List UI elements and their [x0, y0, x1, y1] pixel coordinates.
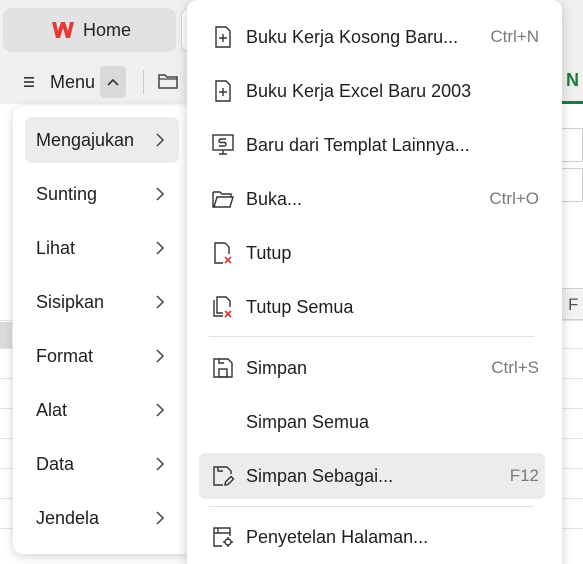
menu-item-format[interactable]: Format [25, 333, 179, 379]
menu-item-save-all[interactable]: Simpan Semua [199, 399, 545, 445]
menu-item-data[interactable]: Data [25, 441, 179, 487]
menu-item-label: Tutup [246, 243, 292, 263]
font-dropdown[interactable] [560, 168, 583, 202]
open-folder-icon[interactable] [157, 71, 179, 91]
menu-item-label: Baru dari Templat Lainnya... [246, 135, 470, 155]
menu-button-label: Menu [50, 71, 96, 92]
menu-item-jendela[interactable]: Jendela [25, 495, 179, 541]
main-menu: Mengajukan Sunting Lihat Sisipkan Format… [13, 106, 191, 554]
menu-item-label: Sunting [36, 183, 98, 204]
formula-dropdown[interactable] [560, 128, 583, 162]
ribbon-tab-fragment[interactable]: N [560, 70, 583, 104]
page-setup-icon [213, 527, 233, 547]
chevron-up-icon [107, 78, 119, 86]
hamburger-icon [24, 77, 34, 87]
menu-item-label: Buka... [246, 189, 303, 209]
file-submenu: Buku Kerja Kosong Baru... Ctrl+N Buku Ke… [187, 0, 562, 564]
shortcut-label: F12 [509, 466, 539, 485]
menu-item-lihat[interactable]: Lihat [25, 225, 179, 271]
menu-item-label: Simpan Semua [246, 412, 370, 432]
chevron-right-icon [156, 511, 165, 525]
menu-separator [209, 336, 534, 337]
menu-item-label: Alat [36, 399, 68, 420]
menu-item-label: Simpan Sebagai... [246, 466, 394, 486]
chevron-right-icon [156, 295, 165, 309]
save-icon [213, 358, 233, 378]
menu-item-label: Data [36, 453, 75, 474]
chevron-right-icon [156, 187, 165, 201]
toolbar-divider [143, 70, 144, 94]
close-all-icon [213, 296, 232, 318]
new-doc-icon [215, 80, 231, 102]
row-header-strip [0, 322, 12, 348]
menu-item-close-all[interactable]: Tutup Semua [199, 284, 545, 330]
menu-collapse-button[interactable] [100, 66, 126, 98]
shortcut-label: Ctrl+O [489, 189, 539, 208]
chevron-right-icon [156, 133, 165, 147]
menu-item-sunting[interactable]: Sunting [25, 171, 179, 217]
menu-item-open[interactable]: Buka... Ctrl+O [199, 176, 545, 222]
shortcut-label: Ctrl+S [491, 358, 539, 377]
menu-item-label: Jendela [36, 507, 100, 528]
menu-item-new-from-template[interactable]: Baru dari Templat Lainnya... [199, 122, 545, 168]
menu-item-label: Mengajukan [36, 129, 135, 150]
menu-item-label: Tutup Semua [246, 297, 354, 317]
column-header-f[interactable]: F [560, 288, 583, 320]
menu-button[interactable]: Menu [22, 64, 130, 100]
menu-item-label: Simpan [246, 358, 308, 378]
screen: Home Menu N F Mengajukan Sunting Lihat S… [0, 0, 583, 564]
menu-item-save-as[interactable]: Simpan Sebagai... F12 [199, 453, 545, 499]
menu-item-mengajukan[interactable]: Mengajukan [25, 117, 179, 163]
chevron-right-icon [156, 241, 165, 255]
shortcut-label: Ctrl+N [490, 27, 539, 46]
chevron-right-icon [156, 403, 165, 417]
menu-separator [209, 506, 534, 507]
menu-item-new-excel-2003[interactable]: Buku Kerja Excel Baru 2003 [199, 68, 545, 114]
wps-logo-icon [52, 22, 74, 38]
menu-item-page-setup[interactable]: Penyetelan Halaman... [199, 514, 545, 560]
menu-item-label: Format [36, 345, 94, 366]
menu-item-save[interactable]: Simpan Ctrl+S [199, 345, 545, 391]
menu-item-label: Penyetelan Halaman... [246, 527, 429, 547]
home-tab-label: Home [83, 19, 132, 40]
folder-open-icon [212, 191, 234, 208]
menu-item-alat[interactable]: Alat [25, 387, 179, 433]
chevron-right-icon [156, 349, 165, 363]
menu-item-label: Buku Kerja Excel Baru 2003 [246, 81, 472, 101]
menu-item-close[interactable]: Tutup [199, 230, 545, 276]
new-doc-icon [215, 26, 231, 48]
save-as-icon [213, 466, 235, 486]
menu-item-label: Lihat [36, 237, 76, 258]
home-tab[interactable]: Home [3, 8, 176, 52]
menu-item-sisipkan[interactable]: Sisipkan [25, 279, 179, 325]
menu-item-label: Sisipkan [36, 291, 105, 312]
template-icon [212, 134, 234, 155]
menu-item-label: Buku Kerja Kosong Baru... [246, 27, 459, 47]
close-doc-icon [214, 242, 232, 264]
menu-item-new-blank-workbook[interactable]: Buku Kerja Kosong Baru... Ctrl+N [199, 14, 545, 60]
chevron-right-icon [156, 457, 165, 471]
